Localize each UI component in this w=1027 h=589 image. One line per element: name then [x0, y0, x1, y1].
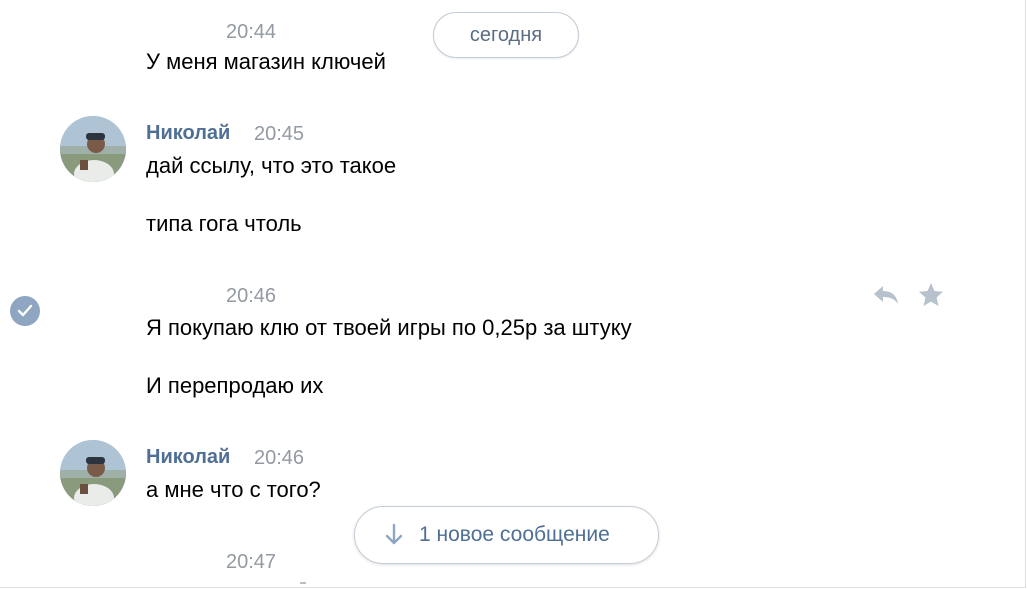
- selected-check-icon[interactable]: [10, 296, 40, 326]
- reply-icon[interactable]: [871, 280, 901, 310]
- avatar-photo: [60, 440, 126, 506]
- message-time: 20:45: [254, 123, 305, 145]
- avatar-photo: [60, 116, 126, 182]
- date-separator: сегодня: [433, 12, 579, 58]
- message-text: И перепродаю их: [146, 373, 324, 398]
- new-messages-label: 1 новое сообщение: [419, 523, 610, 546]
- new-messages-button[interactable]: 1 новое сообщение: [354, 506, 659, 564]
- star-icon[interactable]: [916, 280, 946, 310]
- author-name[interactable]: Николай: [146, 121, 230, 145]
- arrow-down-icon: [383, 523, 405, 547]
- message-text: а мне что с того?: [146, 477, 321, 502]
- message-text: У меня магазин ключей: [146, 49, 386, 74]
- avatar[interactable]: [60, 116, 126, 182]
- message-time: 20:44: [226, 21, 277, 43]
- cut-off-text: [300, 582, 306, 584]
- message-text: Я покупаю клю от твоей игры по 0,25р за …: [146, 315, 632, 340]
- message-time: 20:46: [226, 285, 277, 307]
- author-name[interactable]: Николай: [146, 445, 230, 469]
- message-text: дай ссылу, что это такое: [146, 153, 397, 178]
- chat-history: 20:44 У меня магазин ключей сегодня Нико…: [0, 0, 1026, 588]
- message-time: 20:47: [226, 551, 277, 573]
- message-time: 20:46: [254, 447, 305, 469]
- message-text: типа гога чтоль: [146, 211, 302, 236]
- avatar[interactable]: [60, 440, 126, 506]
